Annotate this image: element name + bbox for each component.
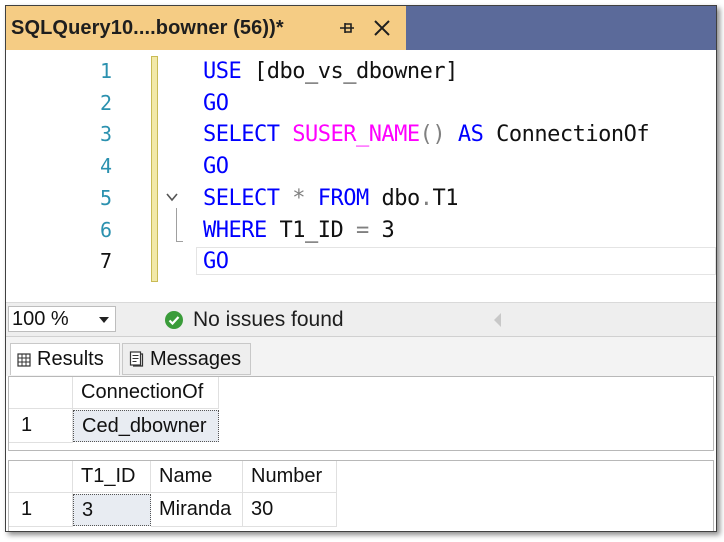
line-number: 6 bbox=[99, 218, 112, 242]
line-number: 1 bbox=[99, 59, 112, 83]
row-header-corner bbox=[9, 461, 73, 493]
code-token: SELECT bbox=[203, 122, 293, 147]
code-token: GO bbox=[203, 154, 229, 179]
editor-status-bar: 100 % No issues found bbox=[6, 302, 716, 337]
query-tab-title: SQLQuery10....bowner (56))* bbox=[11, 16, 284, 39]
query-tab[interactable]: SQLQuery10....bowner (56))* bbox=[6, 6, 406, 50]
code-token: WHERE bbox=[203, 218, 280, 243]
code-line[interactable]: SELECT SUSER_NAME() AS ConnectionOf bbox=[203, 122, 650, 147]
check-circle-icon bbox=[165, 311, 183, 329]
row-number[interactable]: 1 bbox=[9, 493, 73, 527]
table-cell-selected[interactable]: Ced_dbowner bbox=[73, 410, 219, 442]
code-token: dbo bbox=[381, 186, 420, 211]
ssms-query-window: SQLQuery10....bowner (56))* 1 2 3 4 5 6 … bbox=[5, 5, 717, 532]
code-token: = bbox=[355, 218, 382, 243]
column-header[interactable]: Name bbox=[151, 461, 243, 493]
fold-guide bbox=[176, 208, 177, 242]
current-line-highlight bbox=[196, 247, 716, 275]
row-header-corner bbox=[9, 377, 73, 409]
fold-guide-end bbox=[176, 241, 183, 242]
code-token: T1 bbox=[432, 186, 458, 211]
zoom-dropdown[interactable]: 100 % bbox=[8, 306, 116, 332]
table-cell[interactable]: Miranda bbox=[151, 493, 243, 527]
code-token: SUSER_NAME bbox=[292, 122, 420, 147]
table-cell-selected[interactable]: 3 bbox=[73, 494, 151, 526]
column-header[interactable]: T1_ID bbox=[73, 461, 151, 493]
row-number[interactable]: 1 bbox=[9, 409, 73, 443]
code-token: () bbox=[419, 122, 458, 147]
code-token: GO bbox=[203, 91, 229, 116]
code-token: GO bbox=[203, 249, 229, 274]
code-token: FROM bbox=[317, 186, 382, 211]
scroll-left-icon[interactable] bbox=[492, 312, 502, 328]
table-cell[interactable]: 30 bbox=[243, 493, 337, 527]
code-token: [dbo_vs_dbowner] bbox=[253, 59, 458, 84]
line-number: 3 bbox=[99, 122, 112, 146]
line-number: 2 bbox=[99, 91, 112, 115]
code-line[interactable]: USE [dbo_vs_dbowner] bbox=[203, 59, 458, 84]
collapse-chevron-icon[interactable] bbox=[165, 190, 179, 204]
pin-icon[interactable] bbox=[339, 20, 355, 36]
line-number-current: 7 bbox=[99, 249, 112, 273]
code-line[interactable]: SELECT * FROM dbo.T1 bbox=[203, 186, 458, 211]
code-token: T1_ID bbox=[279, 218, 356, 243]
code-token: * bbox=[292, 186, 318, 211]
tab-messages[interactable]: Messages bbox=[122, 343, 251, 375]
code-token: SELECT bbox=[203, 186, 293, 211]
results-tab-strip: Results Messages bbox=[6, 336, 716, 377]
document-tab-strip: SQLQuery10....bowner (56))* bbox=[6, 6, 716, 50]
change-tracking-bar bbox=[151, 56, 158, 282]
query-editor[interactable]: 1 2 3 4 5 6 7 USE [dbo_vs_dbowner] GO SE… bbox=[6, 50, 716, 302]
column-header[interactable]: ConnectionOf bbox=[73, 377, 219, 409]
line-number: 5 bbox=[99, 186, 112, 210]
code-line[interactable]: GO bbox=[203, 249, 229, 274]
code-token: . bbox=[419, 186, 433, 211]
code-token: 3 bbox=[381, 218, 395, 243]
line-number: 4 bbox=[99, 154, 112, 178]
zoom-value: 100 % bbox=[12, 307, 69, 330]
tab-results-label: Results bbox=[37, 348, 104, 370]
chevron-down-icon bbox=[99, 317, 109, 323]
code-token: USE bbox=[203, 59, 254, 84]
result-grid-2[interactable]: T1_ID Name Number 1 3 Miranda 30 bbox=[8, 460, 714, 531]
code-line[interactable]: WHERE T1_ID = 3 bbox=[203, 218, 395, 243]
messages-icon bbox=[129, 351, 144, 367]
tab-results[interactable]: Results bbox=[10, 343, 120, 375]
code-line[interactable]: GO bbox=[203, 154, 229, 179]
close-icon[interactable] bbox=[371, 17, 393, 39]
issues-status: No issues found bbox=[193, 308, 344, 331]
tab-messages-label: Messages bbox=[150, 347, 242, 370]
grid-icon bbox=[17, 352, 31, 367]
column-header[interactable]: Number bbox=[243, 461, 337, 493]
code-token: AS bbox=[457, 122, 497, 147]
results-pane: ConnectionOf 1 Ced_dbowner T1_ID Name Nu… bbox=[6, 376, 716, 531]
result-grid-1[interactable]: ConnectionOf 1 Ced_dbowner bbox=[8, 376, 714, 451]
code-line[interactable]: GO bbox=[203, 91, 229, 116]
code-token: ConnectionOf bbox=[496, 122, 650, 147]
